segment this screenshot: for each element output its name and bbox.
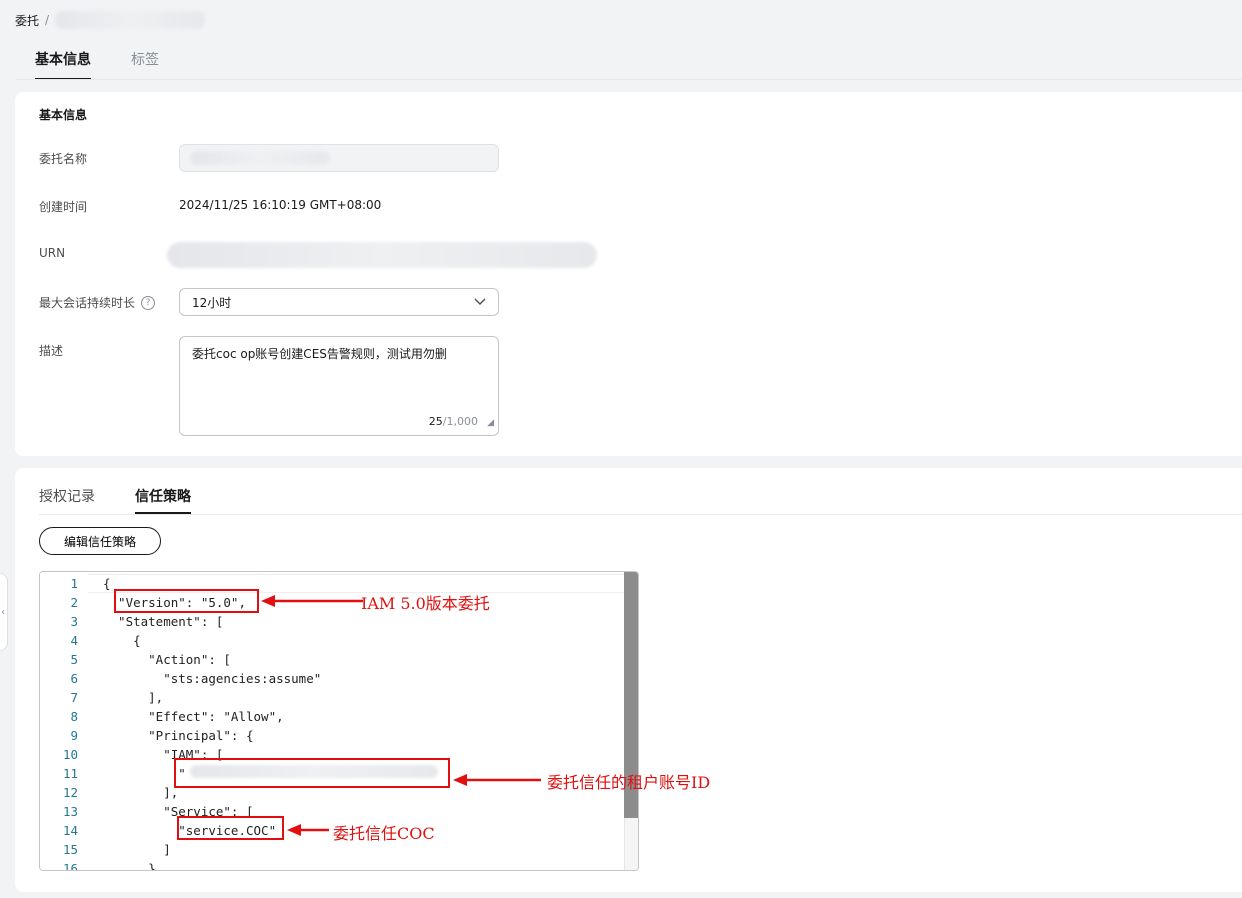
created-label: 创建时间: [39, 200, 88, 214]
tab-tags[interactable]: 标签: [131, 50, 159, 80]
collapse-chevron-icon[interactable]: ‹: [0, 573, 8, 651]
annotation-version: IAM 5.0版本委托: [361, 594, 490, 613]
resize-handle-icon[interactable]: ◢: [487, 414, 494, 432]
max-session-value: 12小时: [192, 295, 232, 310]
char-count: 25: [428, 415, 443, 428]
account-highlight-box: [174, 758, 450, 788]
top-tabs: 基本信息 标签: [35, 50, 159, 80]
editor-scrollbar[interactable]: [624, 572, 638, 870]
code-line: "Action": [: [103, 652, 231, 667]
created-value: 2024/11/25 16:10:19 GMT+08:00: [179, 198, 382, 212]
code-line: "Statement": [: [103, 614, 224, 629]
line-number: 8: [70, 709, 78, 724]
description-text: 委托coc op账号创建CES告警规则，测试用勿删: [192, 347, 447, 361]
code-line: ]: [103, 842, 171, 857]
basic-info-card: 基本信息 委托名称 创建时间 2024/11/25 16:10:19 GMT+0…: [15, 92, 1242, 456]
version-highlight-box: [114, 589, 259, 613]
section-title: 基本信息: [39, 108, 88, 122]
tab-trust-policy[interactable]: 信任策略: [135, 486, 191, 514]
code-line: "Effect": "Allow",: [103, 709, 284, 724]
line-number: 14: [62, 823, 78, 838]
service-highlight-box: [177, 816, 284, 840]
agency-name-redacted: [190, 151, 330, 165]
trust-policy-card: 授权记录 信任策略 编辑信任策略 1 2 3 4 5 6 7 8 9 10 11 12 13 14 15 16…: [15, 468, 1242, 892]
code-line: ],: [103, 690, 164, 705]
code-line: ],: [103, 785, 179, 800]
code-line: }: [103, 861, 156, 871]
line-number: 16: [62, 861, 78, 871]
line-number: 6: [70, 671, 78, 686]
chevron-down-icon: [474, 298, 486, 305]
max-session-label: 最大会话持续时长: [39, 296, 136, 310]
urn-value-redacted: [167, 242, 597, 268]
line-number: 7: [70, 690, 78, 705]
arrow-left-icon: [287, 824, 329, 836]
code-line: "sts:agencies:assume": [103, 671, 322, 686]
line-number: 13: [62, 804, 78, 819]
line-number: 1: [70, 576, 78, 591]
line-number: 10: [62, 747, 78, 762]
max-session-label-wrap: 最大会话持续时长 ?: [39, 294, 156, 311]
description-label: 描述: [39, 344, 64, 358]
line-number: 15: [62, 842, 78, 857]
code-line: {: [103, 576, 111, 591]
char-max: /1,000: [442, 415, 478, 428]
sub-tabs: 授权记录 信任策略: [39, 486, 191, 514]
help-icon[interactable]: ?: [141, 295, 156, 310]
agency-name-field: [179, 144, 499, 172]
code-line: "Principal": {: [103, 728, 254, 743]
breadcrumb-current-redacted: [55, 11, 206, 29]
line-number: 12: [62, 785, 78, 800]
line-number: 11: [62, 766, 78, 781]
line-number: 2: [70, 595, 78, 610]
edit-trust-policy-button[interactable]: 编辑信任策略: [39, 527, 161, 555]
char-counter: 25/1,000: [429, 413, 478, 431]
line-number: 3: [70, 614, 78, 629]
arrow-left-icon: [453, 774, 541, 786]
breadcrumb-separator: /: [45, 13, 50, 27]
description-textarea[interactable]: 委托coc op账号创建CES告警规则，测试用勿删 25/1,000 ◢: [179, 336, 499, 436]
code-line: {: [103, 633, 141, 648]
arrow-left-icon: [261, 595, 363, 607]
breadcrumb: 委托 /: [15, 10, 206, 30]
urn-redacted: [167, 242, 597, 268]
breadcrumb-root[interactable]: 委托: [15, 12, 39, 29]
annotation-service: 委托信任COC: [333, 824, 435, 843]
name-label: 委托名称: [39, 152, 88, 166]
urn-label: URN: [39, 246, 66, 260]
annotation-account: 委托信任的租户账号ID: [547, 773, 711, 792]
line-number: 4: [70, 633, 78, 648]
line-number: 5: [70, 652, 78, 667]
tab-authorization-records[interactable]: 授权记录: [39, 486, 95, 514]
sub-tabs-divider: [39, 514, 1242, 515]
line-number: 9: [70, 728, 78, 743]
tab-basic-info[interactable]: 基本信息: [35, 50, 91, 80]
tabs-divider: [15, 79, 1242, 80]
max-session-select[interactable]: 12小时: [179, 288, 499, 316]
